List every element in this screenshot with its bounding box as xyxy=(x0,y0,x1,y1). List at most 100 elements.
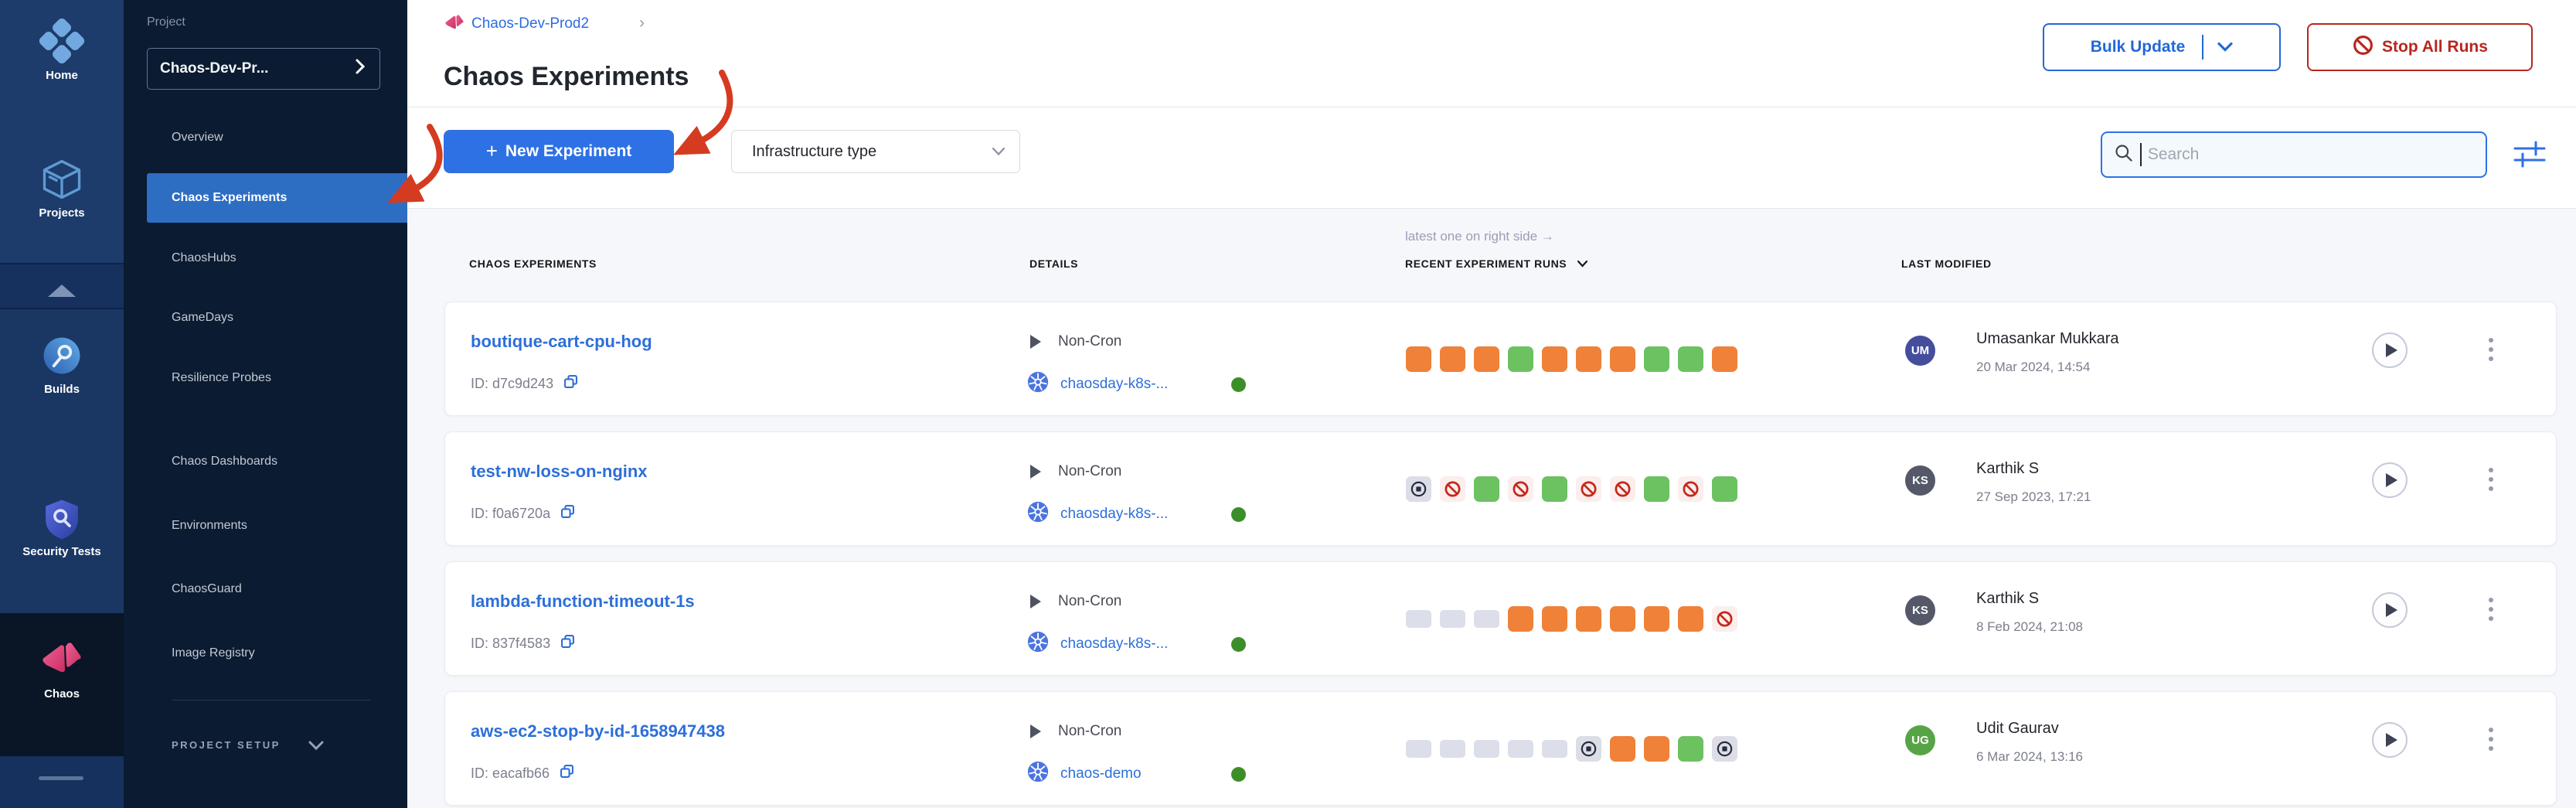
run-indicator-failed[interactable] xyxy=(1712,606,1737,632)
run-indicator-failed[interactable] xyxy=(1440,476,1465,502)
column-header-runs[interactable]: RECENT EXPERIMENT RUNS xyxy=(1405,257,1588,270)
run-indicator-running[interactable] xyxy=(1712,346,1737,372)
sidebar-item-overview[interactable]: Overview xyxy=(124,113,407,162)
run-indicator-failed[interactable] xyxy=(1610,476,1635,502)
search-input[interactable] xyxy=(2148,145,2475,164)
run-experiment-button[interactable] xyxy=(2372,332,2408,368)
run-indicator-running[interactable] xyxy=(1576,606,1601,632)
copy-icon[interactable] xyxy=(560,503,576,523)
bulk-update-label: Bulk Update xyxy=(2091,38,2186,56)
infrastructure[interactable]: chaosday-k8s-... xyxy=(1026,630,1168,658)
run-indicator-running[interactable] xyxy=(1610,606,1635,632)
copy-icon[interactable] xyxy=(559,763,575,783)
sidebar-item-chaos-dashboards[interactable]: Chaos Dashboards xyxy=(124,437,407,486)
avatar: UM xyxy=(1905,336,1935,366)
sidebar-item-resilience-probes[interactable]: Resilience Probes xyxy=(124,353,407,403)
rail-item-chaos[interactable]: Chaos xyxy=(0,634,124,701)
rail-item-projects[interactable]: Projects xyxy=(0,156,124,220)
project-selector[interactable]: Chaos-Dev-Pr... xyxy=(147,48,380,90)
run-indicator-completed[interactable] xyxy=(1542,476,1567,502)
infrastructure[interactable]: chaosday-k8s-... xyxy=(1026,370,1168,398)
rail-divider xyxy=(0,308,124,309)
experiment-name-link[interactable]: aws-ec2-stop-by-id-1658947438 xyxy=(471,721,725,742)
run-indicator-running[interactable] xyxy=(1508,606,1533,632)
row-menu-button[interactable] xyxy=(2486,595,2496,624)
stop-all-runs-button[interactable]: Stop All Runs xyxy=(2307,23,2533,71)
run-experiment-button[interactable] xyxy=(2372,462,2408,498)
sidebar-item-chaos-experiments[interactable]: Chaos Experiments xyxy=(147,173,407,223)
breadcrumb[interactable]: Chaos-Dev-Prod2 xyxy=(471,15,589,32)
infrastructure-name: chaosday-k8s-... xyxy=(1060,636,1168,653)
experiment-row[interactable]: boutique-cart-cpu-hog ID: d7c9d243 Non-C… xyxy=(444,302,2557,416)
sidebar-item-gamedays[interactable]: GameDays xyxy=(124,293,407,343)
run-indicator-failed[interactable] xyxy=(1576,476,1601,502)
infrastructure-type-select[interactable]: Infrastructure type xyxy=(731,130,1020,173)
run-indicator-running[interactable] xyxy=(1440,346,1465,372)
run-indicator-running[interactable] xyxy=(1406,346,1431,372)
run-indicator-completed[interactable] xyxy=(1678,346,1703,372)
experiment-name-link[interactable]: boutique-cart-cpu-hog xyxy=(471,332,652,352)
run-indicator-running[interactable] xyxy=(1644,606,1669,632)
experiment-row[interactable]: lambda-function-timeout-1s ID: 837f4583 … xyxy=(444,561,2557,676)
page-title: Chaos Experiments xyxy=(444,62,689,92)
chevron-down-icon[interactable] xyxy=(2217,38,2233,56)
rail-item-builds[interactable]: Builds xyxy=(0,332,124,396)
row-menu-button[interactable] xyxy=(2486,465,2496,494)
schedule-type: Non-Cron xyxy=(1030,333,1121,350)
collapse-rail-icon[interactable] xyxy=(48,285,76,297)
run-indicator-running[interactable] xyxy=(1644,736,1669,762)
copy-icon[interactable] xyxy=(560,633,576,653)
sidebar-item-image-registry[interactable]: Image Registry xyxy=(124,629,407,678)
schedule-label: Non-Cron xyxy=(1058,463,1121,480)
run-indicator-failed[interactable] xyxy=(1508,476,1533,502)
run-indicator-completed[interactable] xyxy=(1474,476,1499,502)
builds-icon xyxy=(39,332,85,383)
run-indicator-none xyxy=(1508,740,1533,758)
run-indicator-running[interactable] xyxy=(1542,346,1567,372)
row-menu-button[interactable] xyxy=(2486,724,2496,754)
run-indicator-completed[interactable] xyxy=(1644,346,1669,372)
sidebar-item-environments[interactable]: Environments xyxy=(124,501,407,551)
search-icon xyxy=(2113,142,2134,167)
recent-runs-bar xyxy=(1406,562,1737,675)
play-icon xyxy=(2386,343,2397,357)
rail-item-security-tests[interactable]: Security Tests xyxy=(0,496,124,558)
experiment-row[interactable]: aws-ec2-stop-by-id-1658947438 ID: eacafb… xyxy=(444,691,2557,806)
run-experiment-button[interactable] xyxy=(2372,592,2408,628)
run-indicator-completed[interactable] xyxy=(1678,736,1703,762)
experiment-name-link[interactable]: lambda-function-timeout-1s xyxy=(471,592,695,612)
play-triangle-icon xyxy=(1030,335,1041,349)
bulk-update-button[interactable]: Bulk Update xyxy=(2043,23,2281,71)
run-indicator-completed[interactable] xyxy=(1712,476,1737,502)
infrastructure[interactable]: chaos-demo xyxy=(1026,760,1142,788)
project-name: Chaos-Dev-Pr... xyxy=(160,60,268,77)
experiment-row[interactable]: test-nw-loss-on-nginx ID: f0a6720a Non-C… xyxy=(444,431,2557,546)
rail-resize-handle[interactable] xyxy=(39,776,83,780)
run-indicator-failed[interactable] xyxy=(1678,476,1703,502)
sidebar-item-chaosguard[interactable]: ChaosGuard xyxy=(124,564,407,614)
run-indicator-stopped[interactable] xyxy=(1712,736,1737,762)
experiment-name-link[interactable]: test-nw-loss-on-nginx xyxy=(471,462,648,482)
filter-icon[interactable] xyxy=(2513,139,2547,172)
run-indicator-running[interactable] xyxy=(1610,346,1635,372)
run-indicator-running[interactable] xyxy=(1610,736,1635,762)
run-indicator-stopped[interactable] xyxy=(1406,476,1431,502)
run-indicator-completed[interactable] xyxy=(1644,476,1669,502)
copy-icon[interactable] xyxy=(563,373,579,394)
sidebar-item-chaoshubs[interactable]: ChaosHubs xyxy=(124,234,407,283)
schedule-type: Non-Cron xyxy=(1030,723,1121,740)
rail-item-home[interactable]: Home xyxy=(0,17,124,82)
run-indicator-stopped[interactable] xyxy=(1576,736,1601,762)
infrastructure[interactable]: chaosday-k8s-... xyxy=(1026,500,1168,528)
button-divider xyxy=(2202,35,2203,60)
run-indicator-running[interactable] xyxy=(1678,606,1703,632)
modified-date: 8 Feb 2024, 21:08 xyxy=(1976,619,2083,635)
run-indicator-running[interactable] xyxy=(1474,346,1499,372)
row-menu-button[interactable] xyxy=(2486,335,2496,364)
project-setup-toggle[interactable]: PROJECT SETUP xyxy=(172,739,324,752)
run-indicator-running[interactable] xyxy=(1542,606,1567,632)
run-indicator-completed[interactable] xyxy=(1508,346,1533,372)
run-indicator-running[interactable] xyxy=(1576,346,1601,372)
new-experiment-button[interactable]: + New Experiment xyxy=(444,130,674,173)
run-experiment-button[interactable] xyxy=(2372,722,2408,758)
